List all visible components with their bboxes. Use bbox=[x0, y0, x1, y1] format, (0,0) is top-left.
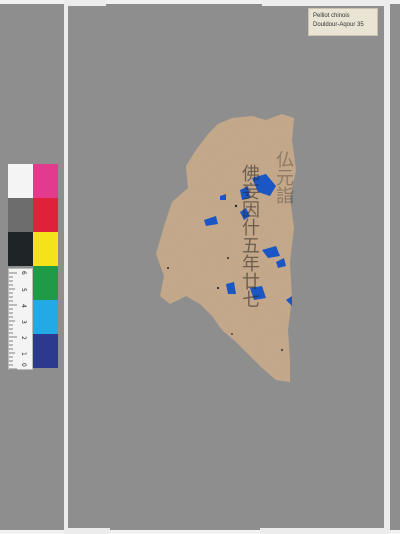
script-column-main: 佛妄因什五年廿七 bbox=[239, 164, 260, 308]
archive-photo: Pelliot chinois Douldour-Aqour 35 6 5 4 … bbox=[0, 0, 400, 534]
manuscript-fragment bbox=[156, 114, 296, 382]
script-column-right: 仏元詣 bbox=[273, 150, 294, 204]
